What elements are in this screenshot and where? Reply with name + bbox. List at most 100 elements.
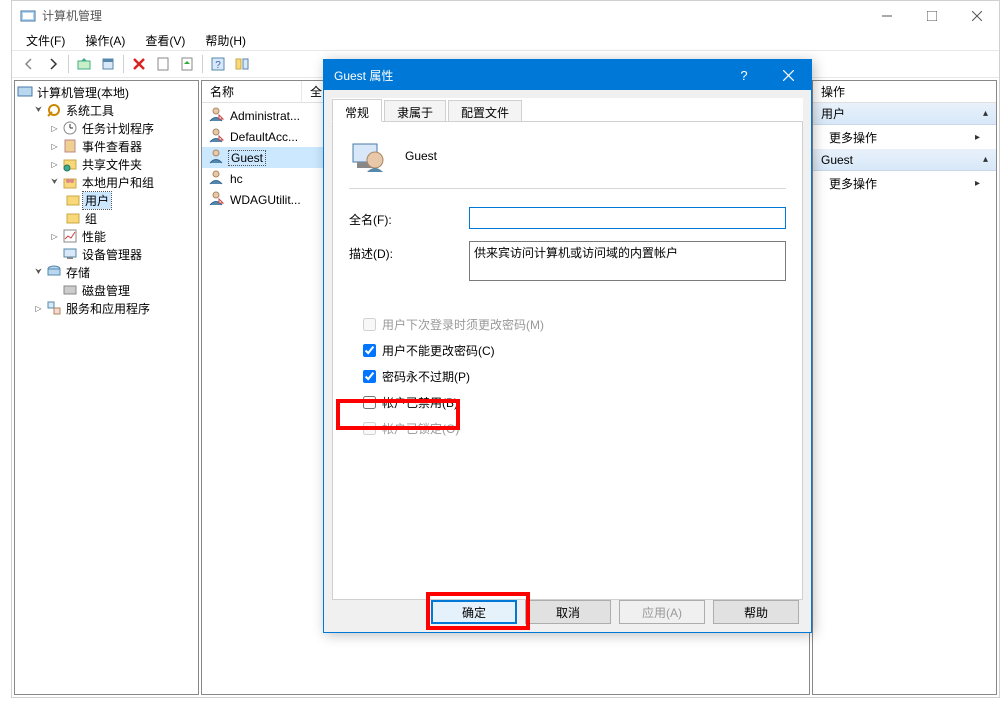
actions-header: 操作 bbox=[813, 81, 996, 103]
user-icon bbox=[208, 148, 224, 167]
tree-root[interactable]: 计算机管理(本地) bbox=[17, 83, 196, 101]
expand-icon[interactable]: ▷ bbox=[49, 159, 60, 170]
menu-file[interactable]: 文件(F) bbox=[18, 30, 73, 51]
tab-profile[interactable]: 配置文件 bbox=[448, 100, 522, 121]
description-field[interactable] bbox=[469, 241, 786, 281]
tree-event-viewer[interactable]: ▷ 事件查看器 bbox=[17, 137, 196, 155]
chevron-up-icon: ▴ bbox=[983, 108, 988, 119]
storage-icon bbox=[46, 264, 62, 280]
check-cannot-change[interactable]: 用户不能更改密码(C) bbox=[363, 341, 772, 359]
collapse-icon[interactable]: ⮟ bbox=[33, 105, 44, 116]
disk-icon bbox=[62, 282, 78, 298]
dialog-close-button[interactable] bbox=[766, 60, 811, 90]
svg-text:?: ? bbox=[740, 69, 747, 81]
actions-more-2[interactable]: 更多操作 ▸ bbox=[813, 171, 996, 195]
delete-button[interactable] bbox=[128, 53, 150, 75]
folder-icon bbox=[65, 192, 81, 208]
folder-icon bbox=[65, 210, 81, 226]
checkbox-cannot-change[interactable] bbox=[363, 344, 376, 357]
tree-performance[interactable]: ▷ 性能 bbox=[17, 227, 196, 245]
collapse-icon[interactable]: ⮟ bbox=[49, 177, 60, 188]
computer-icon bbox=[17, 84, 33, 100]
collapse-icon[interactable]: ⮟ bbox=[33, 267, 44, 278]
expand-icon[interactable]: ▷ bbox=[33, 303, 44, 314]
user-icon bbox=[208, 169, 224, 188]
dialog-tabs: 常规 隶属于 配置文件 bbox=[332, 98, 803, 122]
chevron-up-icon: ▴ bbox=[983, 154, 988, 165]
show-hide-button[interactable] bbox=[231, 53, 253, 75]
services-icon bbox=[46, 300, 62, 316]
user-icon bbox=[208, 190, 224, 209]
menu-action[interactable]: 操作(A) bbox=[77, 30, 133, 51]
help-button[interactable]: ? bbox=[207, 53, 229, 75]
tree-services-apps[interactable]: ▷ 服务和应用程序 bbox=[17, 299, 196, 317]
book-icon bbox=[62, 138, 78, 154]
tree-users[interactable]: 用户 bbox=[17, 191, 196, 209]
column-name[interactable]: 名称 bbox=[202, 81, 302, 102]
actions-section-users[interactable]: 用户 ▴ bbox=[813, 103, 996, 125]
fullname-field[interactable] bbox=[469, 207, 786, 229]
cancel-button[interactable]: 取消 bbox=[525, 600, 611, 624]
tab-member-of[interactable]: 隶属于 bbox=[384, 100, 446, 121]
help-button[interactable]: 帮助 bbox=[713, 600, 799, 624]
label-fullname: 全名(F): bbox=[349, 207, 469, 228]
user-icon bbox=[208, 127, 224, 146]
app-icon bbox=[20, 8, 36, 24]
menubar: 文件(F) 操作(A) 查看(V) 帮助(H) bbox=[12, 30, 999, 50]
share-icon bbox=[62, 156, 78, 172]
menu-view[interactable]: 查看(V) bbox=[137, 30, 193, 51]
up-button[interactable] bbox=[73, 53, 95, 75]
actions-section-guest[interactable]: Guest ▴ bbox=[813, 149, 996, 171]
titlebar: 计算机管理 bbox=[12, 1, 999, 30]
dialog-title: Guest 属性 bbox=[324, 67, 721, 84]
tree-groups[interactable]: 组 bbox=[17, 209, 196, 227]
dialog-titlebar: Guest 属性 ? bbox=[324, 60, 811, 90]
device-icon bbox=[62, 246, 78, 262]
window-title: 计算机管理 bbox=[42, 7, 864, 24]
minimize-button[interactable] bbox=[864, 1, 909, 30]
svg-text:?: ? bbox=[215, 60, 221, 71]
user-icon bbox=[208, 106, 224, 125]
tree-device-manager[interactable]: ▷ 设备管理器 bbox=[17, 245, 196, 263]
export-button[interactable] bbox=[176, 53, 198, 75]
check-never-expire[interactable]: 密码永不过期(P) bbox=[363, 367, 772, 385]
tree-shared-folders[interactable]: ▷ 共享文件夹 bbox=[17, 155, 196, 173]
refresh-button[interactable] bbox=[152, 53, 174, 75]
tab-general[interactable]: 常规 bbox=[332, 99, 382, 122]
forward-button[interactable] bbox=[42, 53, 64, 75]
ok-button[interactable]: 确定 bbox=[431, 600, 517, 624]
checkbox-disabled[interactable] bbox=[363, 396, 376, 409]
tree-disk-management[interactable]: ▷ 磁盘管理 bbox=[17, 281, 196, 299]
performance-icon bbox=[62, 228, 78, 244]
actions-panel: 操作 用户 ▴ 更多操作 ▸ Guest ▴ 更多操作 ▸ bbox=[812, 80, 997, 695]
checkbox-locked bbox=[363, 422, 376, 435]
close-button[interactable] bbox=[954, 1, 999, 30]
back-button[interactable] bbox=[18, 53, 40, 75]
chevron-right-icon: ▸ bbox=[975, 178, 980, 189]
expand-icon[interactable]: ▷ bbox=[49, 123, 60, 134]
clock-icon bbox=[62, 120, 78, 136]
properties-dialog: Guest 属性 ? 常规 隶属于 配置文件 Guest 全名(F): 描述(D… bbox=[323, 59, 812, 633]
tree-storage[interactable]: ⮟ 存储 bbox=[17, 263, 196, 281]
expand-icon[interactable]: ▷ bbox=[49, 231, 60, 242]
menu-help[interactable]: 帮助(H) bbox=[197, 30, 254, 51]
expand-icon[interactable]: ▷ bbox=[49, 141, 60, 152]
users-group-icon bbox=[62, 174, 78, 190]
chevron-right-icon: ▸ bbox=[975, 132, 980, 143]
check-must-change: 用户下次登录时须更改密码(M) bbox=[363, 315, 772, 333]
user-large-icon bbox=[349, 138, 385, 174]
checkbox-never-expire[interactable] bbox=[363, 370, 376, 383]
tree-task-scheduler[interactable]: ▷ 任务计划程序 bbox=[17, 119, 196, 137]
maximize-button[interactable] bbox=[909, 1, 954, 30]
check-locked: 帐户已锁定(O) bbox=[363, 419, 772, 437]
check-disabled[interactable]: 帐户已禁用(B) bbox=[363, 393, 772, 411]
dialog-help-button[interactable]: ? bbox=[721, 60, 766, 90]
dialog-body: Guest 全名(F): 描述(D): 用户下次登录时须更改密码(M) 用户不能… bbox=[332, 122, 803, 600]
tree-system-tools[interactable]: ⮟ 系统工具 bbox=[17, 101, 196, 119]
apply-button: 应用(A) bbox=[619, 600, 705, 624]
properties-button[interactable] bbox=[97, 53, 119, 75]
actions-more-1[interactable]: 更多操作 ▸ bbox=[813, 125, 996, 149]
tools-icon bbox=[46, 102, 62, 118]
tree-local-users-groups[interactable]: ⮟ 本地用户和组 bbox=[17, 173, 196, 191]
label-description: 描述(D): bbox=[349, 241, 469, 262]
